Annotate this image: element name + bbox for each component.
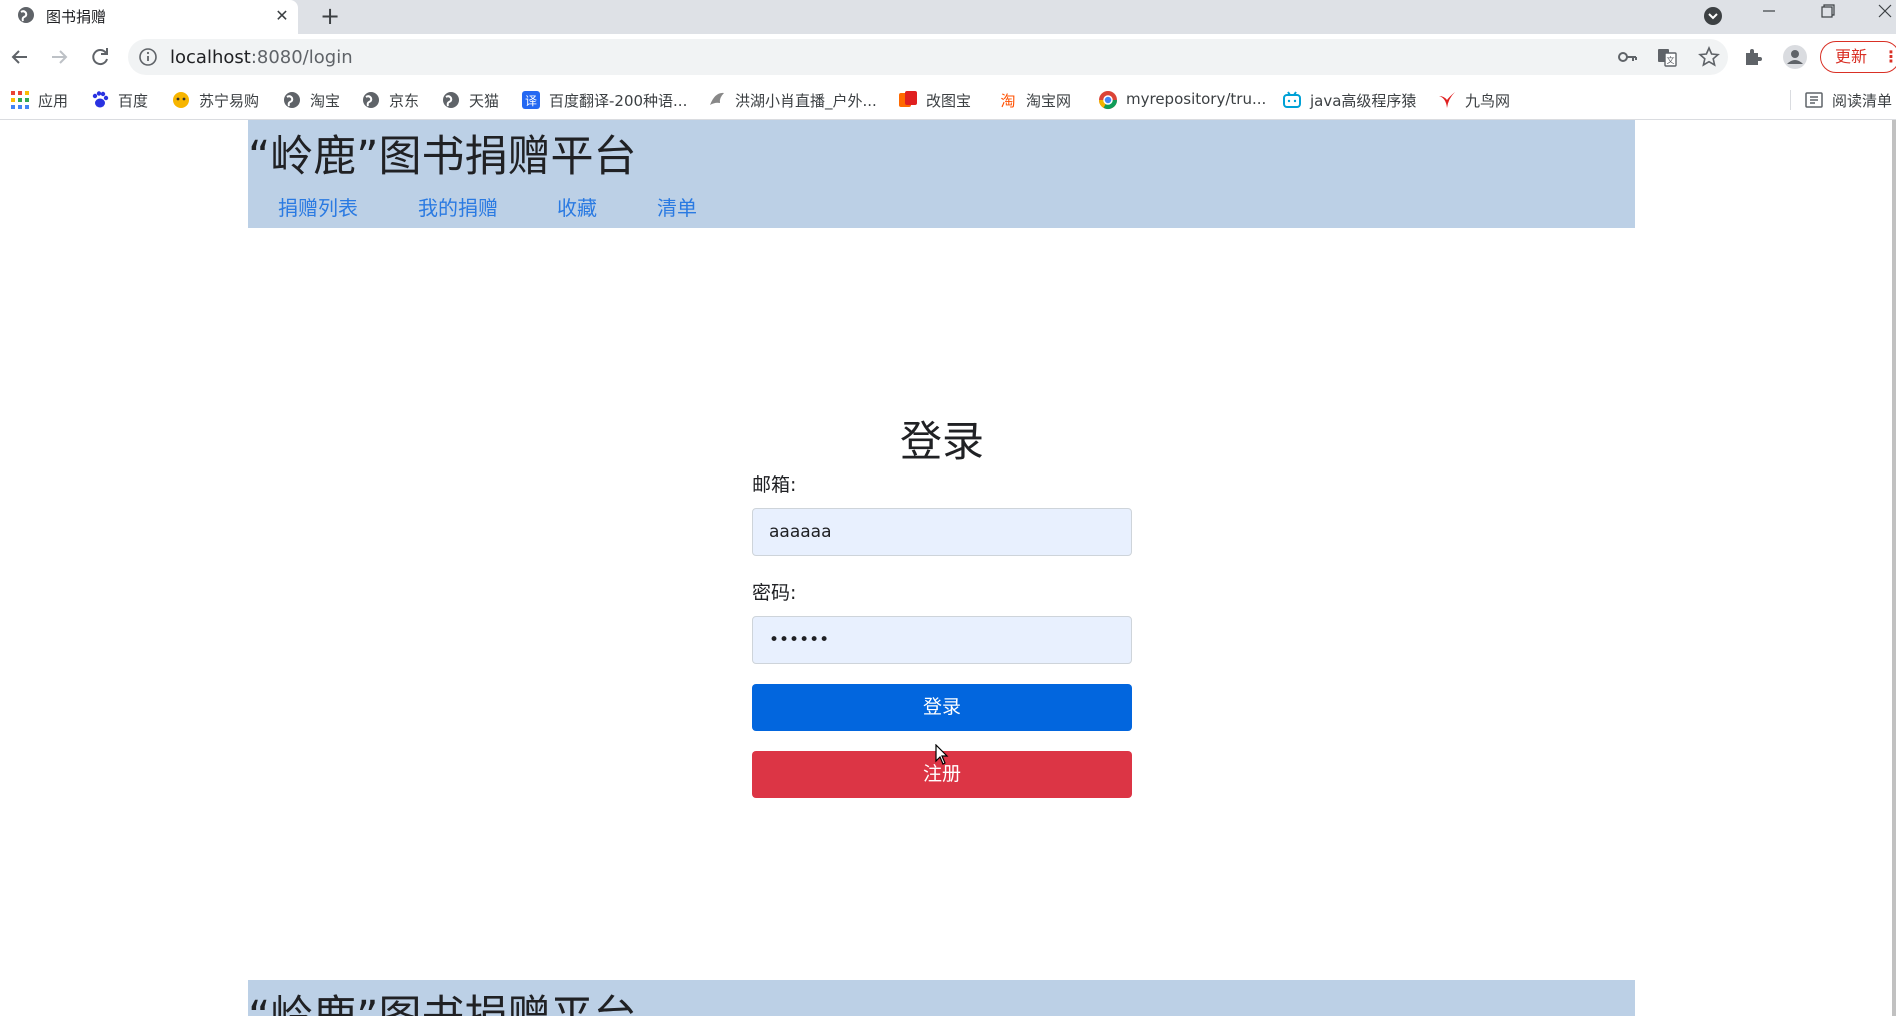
tab-search-icon[interactable] [1700,3,1726,29]
site-footer: “岭鹿”图书捐赠平台 [248,980,1635,1016]
minimize-icon[interactable] [1742,0,1796,28]
forward-arrow-icon[interactable] [44,42,74,72]
bird-icon [710,92,724,105]
chrome-icon [1099,91,1117,110]
globe-icon [443,92,459,108]
tab-title: 图书捐赠 [46,8,107,26]
email-field[interactable]: aaaaaa [752,508,1132,556]
translate-icon: 译 [522,91,540,109]
site-title: “岭鹿”图书捐赠平台 [248,132,637,182]
star-icon[interactable] [1698,46,1720,68]
browser-toolbar: localhost:8080/login 文 更新 ⋮ [0,34,1896,80]
bilibili-icon [1283,91,1301,108]
info-icon[interactable] [138,47,158,67]
gaitubao-icon [899,91,917,107]
nav-link-list[interactable]: 清单 [657,192,697,221]
bird-red-icon [1439,92,1455,108]
close-icon[interactable]: ✕ [270,4,294,28]
footer-title: “岭鹿”图书捐赠平台 [248,982,637,1016]
baidu-paw-icon [92,91,109,108]
password-field[interactable]: •••••• [752,616,1132,664]
profile-avatar-icon[interactable] [1782,44,1808,70]
address-bar[interactable]: localhost:8080/login 文 [128,39,1728,75]
login-button[interactable]: 登录 [752,684,1132,731]
bookmarks-divider [1790,90,1791,110]
nav-link-donation-list[interactable]: 捐赠列表 [278,192,358,221]
globe-icon [284,92,300,108]
bookmarks-bar: 应用 百度 苏宁易购 淘宝 京东 天猫 译 百度翻译-200种语... 洪湖小肖… [0,80,1896,120]
svg-text:文: 文 [1667,55,1675,65]
more-menu-icon[interactable]: ⋮ [1883,42,1896,72]
nav-link-favorites[interactable]: 收藏 [557,192,597,221]
suning-icon [173,92,189,108]
nav-link-my-donations[interactable]: 我的捐赠 [418,192,498,221]
url-text[interactable]: localhost:8080/login [170,47,353,68]
email-label: 邮箱: [752,474,797,496]
login-heading: 登录 [899,417,984,466]
update-button[interactable]: 更新 ⋮ [1820,41,1896,73]
globe-icon [18,7,34,23]
back-arrow-icon[interactable] [5,42,35,72]
svg-text:译: 译 [525,94,537,108]
restore-icon[interactable] [1800,0,1854,28]
browser-tab[interactable]: 图书捐赠 ✕ [0,0,298,34]
page-viewport: “岭鹿”图书捐赠平台 捐赠列表 我的捐赠 收藏 清单 登录 邮箱: aaaaaa… [0,120,1896,1016]
mouse-cursor-icon [935,744,949,765]
reload-icon[interactable] [85,42,115,72]
key-icon[interactable] [1616,46,1638,68]
new-tab-button[interactable]: + [316,3,344,31]
globe-icon [363,92,379,108]
svg-text:淘: 淘 [1000,92,1015,110]
extensions-puzzle-icon[interactable] [1742,46,1764,68]
reading-list-icon [1805,92,1823,108]
site-header: “岭鹿”图书捐赠平台 捐赠列表 我的捐赠 收藏 清单 [248,120,1635,228]
translate-icon[interactable]: 文 [1656,46,1678,68]
taobao-icon: 淘 [1000,92,1015,110]
window-close-icon[interactable] [1858,0,1896,28]
tab-strip: 图书捐赠 ✕ + [0,0,1896,34]
password-label: 密码: [752,582,797,604]
apps-grid-icon [11,91,29,109]
page-scrollbar[interactable] [1892,120,1896,1016]
